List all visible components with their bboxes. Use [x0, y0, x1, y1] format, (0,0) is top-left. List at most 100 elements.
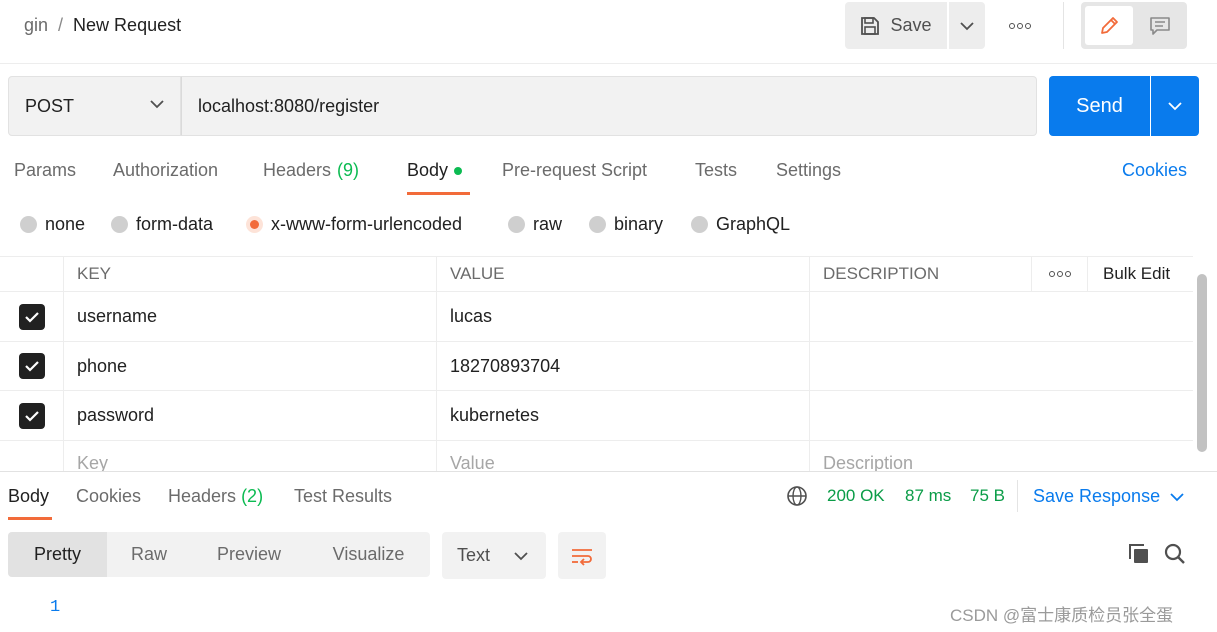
tab-headers[interactable]: Headers (9) — [263, 160, 359, 181]
ellipsis-icon — [1048, 271, 1055, 277]
chevron-down-icon — [1168, 102, 1182, 111]
breadcrumb-collection[interactable]: gin — [24, 15, 48, 36]
response-tab-cookies[interactable]: Cookies — [76, 486, 141, 507]
breadcrumb-separator: / — [58, 15, 64, 35]
table-header-row: KEY VALUE DESCRIPTION Bulk Edit — [0, 257, 1193, 292]
search-icon[interactable] — [1163, 542, 1187, 566]
view-preview[interactable]: Preview — [191, 532, 307, 577]
response-headers-count: (2) — [241, 486, 264, 506]
view-pretty[interactable]: Pretty — [8, 532, 107, 577]
column-header-description: DESCRIPTION — [809, 257, 1031, 291]
pane-divider[interactable] — [0, 471, 1217, 472]
tab-authorization[interactable]: Authorization — [113, 160, 218, 181]
ellipsis-dot — [1025, 23, 1031, 29]
view-visualize[interactable]: Visualize — [307, 532, 430, 577]
response-tab-headers[interactable]: Headers (2) — [168, 486, 263, 507]
save-button[interactable]: Save — [845, 2, 947, 49]
new-value-input[interactable]: Value — [436, 441, 809, 472]
param-key[interactable]: username — [63, 292, 436, 341]
tab-label: Params — [14, 160, 77, 180]
url-input[interactable]: localhost:8080/register — [181, 76, 1037, 136]
table-row-new: Key Value Description — [0, 441, 1193, 472]
radio-circle — [20, 216, 37, 233]
request-title[interactable]: New Request — [73, 15, 181, 36]
tab-label: Headers — [263, 160, 332, 180]
new-key-input[interactable]: Key — [63, 441, 436, 472]
row-checkbox[interactable] — [0, 342, 63, 390]
param-value[interactable]: 18270893704 — [436, 342, 809, 390]
row-checkbox[interactable] — [0, 292, 63, 341]
new-description-input[interactable]: Description — [809, 441, 1193, 472]
breadcrumb: gin / New Request — [24, 15, 181, 36]
radio-x-www-form-urlencoded[interactable]: x-www-form-urlencoded — [246, 214, 462, 235]
response-size[interactable]: 75 B — [970, 486, 1005, 506]
ellipsis-icon — [1009, 23, 1015, 29]
tab-label: Body — [407, 160, 449, 180]
param-key[interactable]: phone — [63, 342, 436, 390]
param-value[interactable]: lucas — [436, 292, 809, 341]
top-bar: gin / New Request Save — [0, 0, 1217, 64]
tab-body[interactable]: Body — [407, 160, 463, 181]
params-table: KEY VALUE DESCRIPTION Bulk Edit username… — [0, 256, 1193, 472]
chevron-down-icon — [150, 100, 164, 109]
save-options-button[interactable] — [949, 2, 985, 49]
checkbox-checked-icon — [18, 353, 45, 379]
tab-tests[interactable]: Tests — [695, 160, 737, 181]
ellipsis-dot — [1064, 271, 1071, 277]
view-raw[interactable]: Raw — [107, 532, 191, 577]
more-actions-button[interactable] — [1000, 14, 1040, 38]
param-key[interactable]: password — [63, 391, 436, 440]
radio-none[interactable]: none — [20, 214, 85, 235]
radio-raw[interactable]: raw — [508, 214, 562, 235]
cookies-link[interactable]: Cookies — [1122, 160, 1187, 181]
checkbox-checked-icon — [18, 303, 45, 330]
tab-params[interactable]: Params — [14, 160, 76, 181]
request-tabs: Params Authorization Headers (9) Body Pr… — [0, 152, 1217, 196]
radio-circle-selected — [246, 216, 263, 233]
send-options-button[interactable] — [1151, 76, 1199, 136]
comments-button[interactable] — [1137, 6, 1183, 45]
response-tab-body[interactable]: Body — [8, 486, 49, 507]
line-number: 1 — [50, 598, 61, 617]
save-response-button[interactable]: Save Response — [1033, 486, 1184, 507]
table-row: phone 18270893704 — [0, 342, 1193, 391]
bulk-edit-button[interactable]: Bulk Edit — [1087, 257, 1193, 291]
radio-label: form-data — [136, 214, 214, 234]
method-label: POST — [25, 95, 75, 116]
response-tab-test-results[interactable]: Test Results — [294, 486, 392, 507]
method-select[interactable]: POST — [8, 76, 181, 136]
response-time[interactable]: 87 ms — [905, 486, 951, 506]
radio-label: raw — [533, 214, 563, 234]
table-row: username lucas — [0, 292, 1193, 342]
tab-settings[interactable]: Settings — [776, 160, 841, 181]
param-value[interactable]: kubernetes — [436, 391, 809, 440]
tab-label: Headers — [168, 486, 237, 506]
param-description[interactable] — [809, 391, 1193, 440]
body-indicator-dot — [454, 166, 463, 175]
tab-pre-request-script[interactable]: Pre-request Script — [502, 160, 647, 181]
radio-binary[interactable]: binary — [589, 214, 663, 235]
radio-label: GraphQL — [716, 214, 791, 234]
radio-form-data[interactable]: form-data — [111, 214, 213, 235]
tab-label: Settings — [776, 160, 842, 180]
params-scrollbar[interactable] — [1197, 274, 1207, 452]
param-description[interactable] — [809, 292, 1193, 341]
status-code[interactable]: 200 OK — [827, 486, 885, 506]
copy-icon[interactable] — [1127, 542, 1151, 566]
format-select[interactable]: Text — [442, 532, 546, 579]
edit-mode-button[interactable] — [1085, 6, 1133, 45]
checkbox-checked-icon — [18, 402, 45, 429]
send-button[interactable]: Send — [1049, 76, 1150, 136]
wrap-lines-button[interactable] — [558, 532, 606, 579]
radio-label: x-www-form-urlencoded — [271, 214, 463, 234]
column-header-value: VALUE — [436, 257, 809, 291]
format-label: Text — [457, 545, 491, 565]
param-description[interactable] — [809, 342, 1193, 390]
active-response-tab-underline — [8, 517, 52, 520]
globe-icon[interactable] — [786, 485, 808, 507]
radio-graphql[interactable]: GraphQL — [691, 214, 790, 235]
tab-label: Authorization — [113, 160, 219, 180]
save-icon — [861, 16, 880, 35]
table-options-button[interactable] — [1031, 257, 1087, 291]
row-checkbox[interactable] — [0, 391, 63, 440]
